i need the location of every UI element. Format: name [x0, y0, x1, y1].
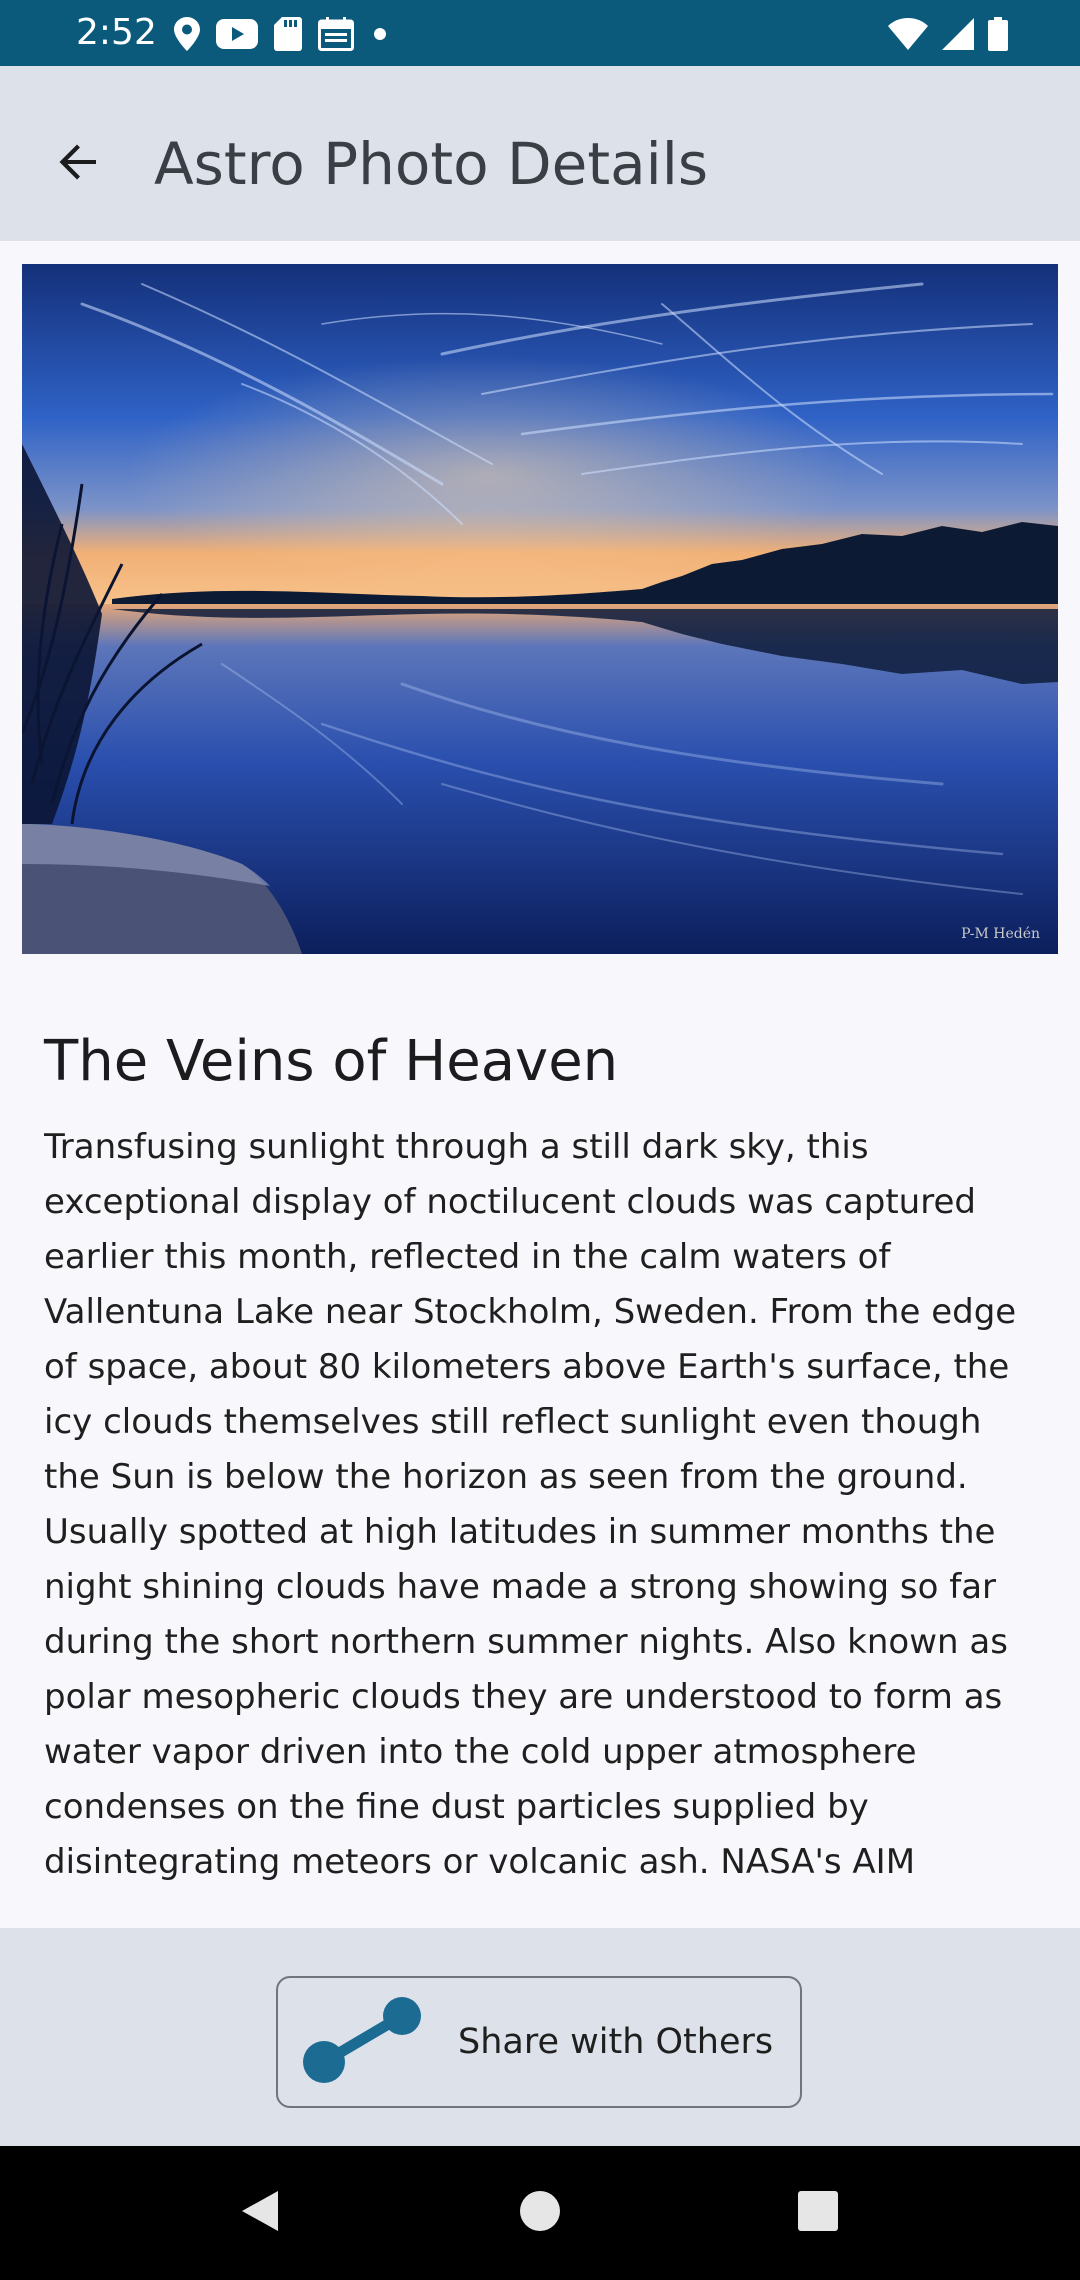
astro-photo: P-M Hedén: [22, 264, 1058, 954]
status-bar: 2:52: [0, 0, 1080, 66]
share-label: Share with Others: [458, 2022, 774, 2062]
home-nav-icon: [518, 2189, 562, 2237]
calendar-icon: [318, 17, 354, 51]
back-button[interactable]: [30, 116, 126, 212]
photo-credit: P-M Hedén: [961, 926, 1040, 942]
battery-icon: [988, 17, 1008, 51]
action-area: Share with Others: [0, 1928, 1080, 2146]
system-nav-bar: [0, 2146, 1080, 2280]
nav-recents-button[interactable]: [778, 2176, 858, 2250]
wifi-icon: [888, 18, 928, 50]
share-button[interactable]: Share with Others: [276, 1976, 802, 2108]
location-icon: [174, 17, 200, 51]
status-time: 2:52: [76, 12, 157, 53]
youtube-icon: [216, 19, 258, 49]
share-icon: [302, 1978, 432, 2110]
page-title: Astro Photo Details: [154, 130, 709, 198]
signal-icon: [942, 18, 974, 50]
status-icons-left: [174, 14, 406, 54]
article-body[interactable]: Transfusing sunlight through a still dar…: [44, 1120, 1044, 1882]
back-nav-icon: [238, 2189, 282, 2237]
nav-back-button[interactable]: [220, 2176, 300, 2250]
article-title: The Veins of Heaven: [44, 1029, 619, 1094]
recents-nav-icon: [797, 2190, 839, 2236]
sd-card-icon: [274, 17, 302, 51]
status-icons-right: [874, 14, 1008, 54]
arrow-back-icon: [54, 138, 102, 190]
nav-home-button[interactable]: [500, 2176, 580, 2250]
app-bar: Astro Photo Details: [0, 66, 1080, 241]
dot-icon: [370, 17, 390, 51]
